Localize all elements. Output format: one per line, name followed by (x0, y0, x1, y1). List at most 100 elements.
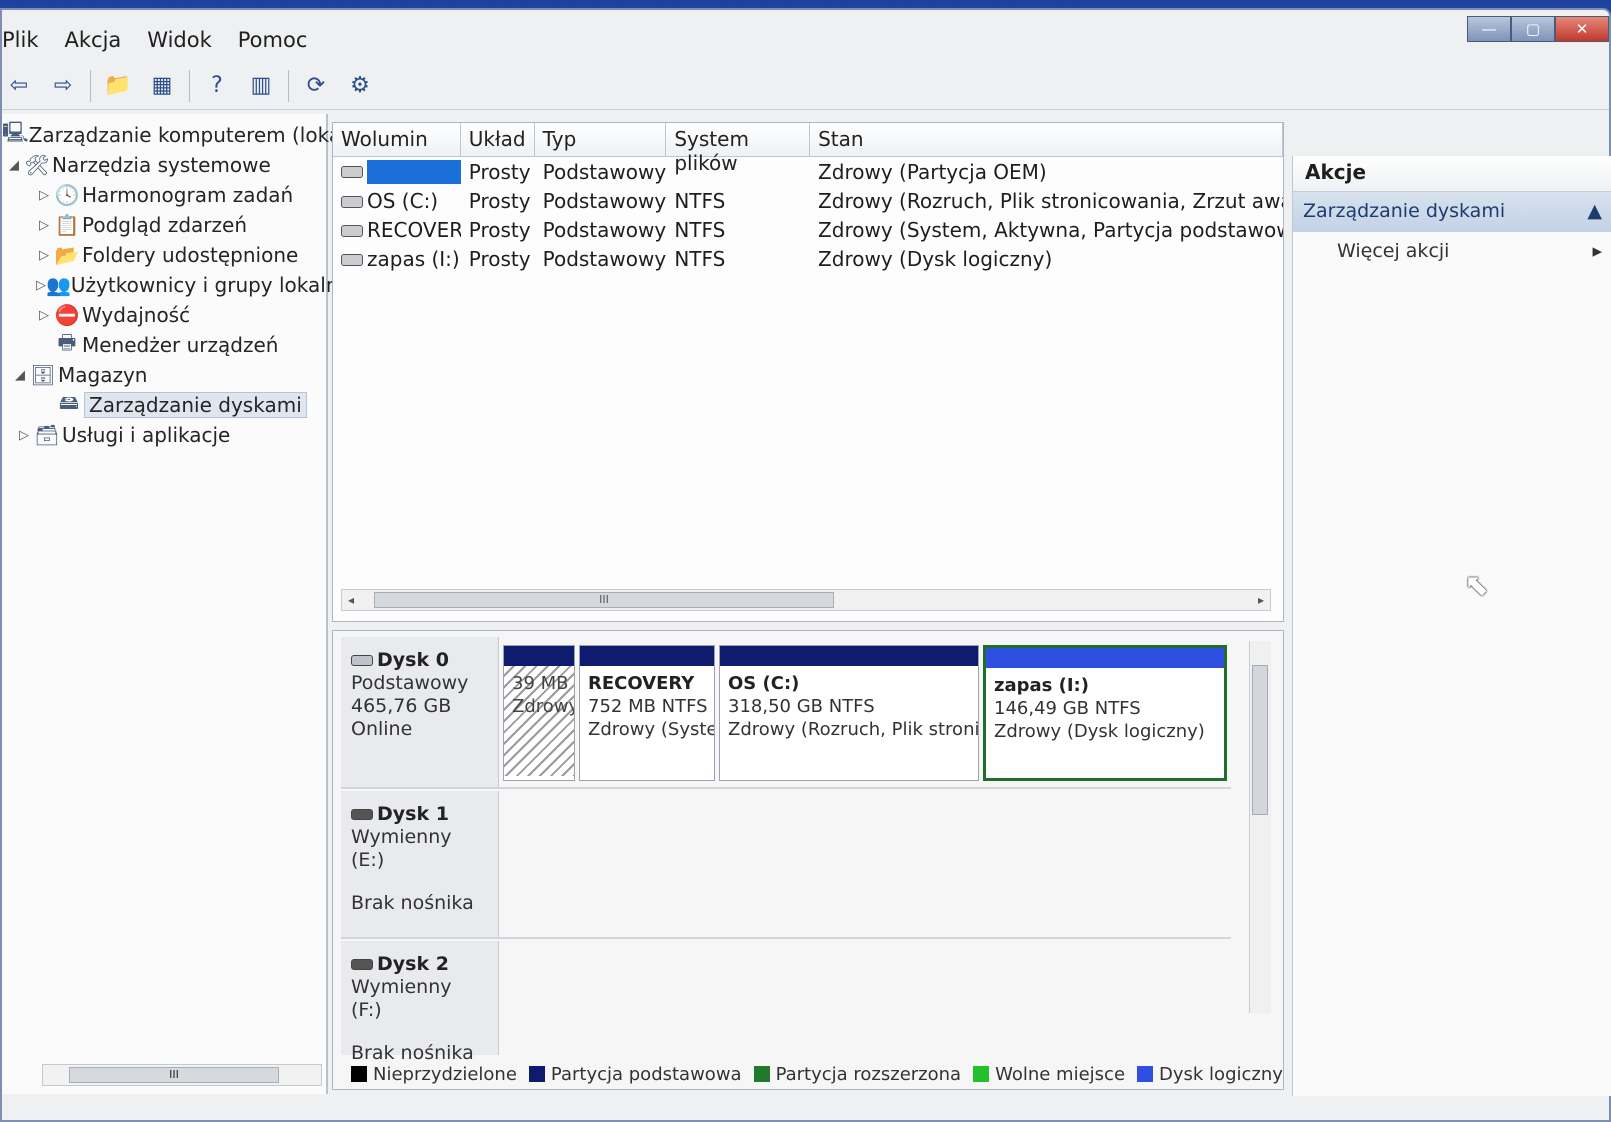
volume-cell: RECOVERY (333, 218, 461, 242)
status-cell: Zdrowy (Rozruch, Plik stronicowania, Zrz… (818, 188, 1283, 213)
collapse-arrow-icon[interactable]: ▲ (1587, 200, 1602, 224)
menu-view[interactable]: Widok (147, 28, 211, 52)
scroll-left-icon[interactable]: ◂ (348, 593, 354, 607)
disk-name: Dysk 0 (377, 649, 449, 671)
disk-view-vertical-scrollbar[interactable] (1249, 641, 1271, 1013)
tree-item-label: Narzędzia systemowe (52, 153, 271, 177)
scroll-thumb[interactable]: III (69, 1067, 279, 1083)
disk-size: 465,76 GB (351, 695, 452, 717)
up-folder-icon[interactable]: 📁 (101, 69, 135, 103)
disk-row-2[interactable]: Dysk 2 Wymienny (F:) Brak nośnika (341, 941, 1231, 1064)
menu-action[interactable]: Akcja (65, 28, 122, 52)
maximize-button[interactable]: ▢ (1511, 16, 1555, 42)
tree-item-event-viewer[interactable]: ▷ 📋 Podgląd zdarzeń (2, 210, 326, 240)
legend-item: Nieprzydzielone (351, 1064, 517, 1085)
disk-row-0[interactable]: Dysk 0 Podstawowy 465,76 GB Online 39 MB… (341, 637, 1231, 789)
removable-disk-icon (351, 959, 373, 970)
tree-item-label: Podgląd zdarzeń (82, 213, 247, 237)
table-row[interactable]: zapas (I:) Prosty Podstawowy NTFS Zdrowy… (333, 244, 1283, 273)
expand-icon[interactable]: ▷ (16, 428, 32, 443)
partition-text: OS (C:) 318,50 GB NTFS Zdrowy (Rozruch, … (720, 666, 978, 747)
scroll-thumb[interactable] (1252, 665, 1268, 815)
toolbar-divider (288, 69, 289, 102)
column-header-type[interactable]: Typ (535, 123, 667, 156)
disk-state: Online (351, 718, 413, 740)
expand-icon[interactable]: ▷ (36, 188, 52, 203)
partition-oem[interactable]: 39 MB Zdrowy (503, 645, 575, 781)
refresh-icon[interactable]: ⟳ (299, 69, 333, 103)
volume-list: Wolumin Układ Typ System plików Stan Pro… (332, 122, 1284, 622)
tree-item-local-users[interactable]: ▷ 👥 Użytkownicy i grupy lokalne (2, 270, 351, 300)
partition-bar (504, 646, 574, 666)
partition-title: OS (C:) (728, 673, 800, 694)
help-icon[interactable]: ? (200, 69, 234, 103)
tree-item-task-scheduler[interactable]: ▷ 🕓 Harmonogram zadań (2, 180, 326, 210)
column-header-layout[interactable]: Układ (461, 123, 535, 156)
partition-text: RECOVERY 752 MB NTFS Zdrowy (Syste (580, 666, 714, 747)
partition-recovery[interactable]: RECOVERY 752 MB NTFS Zdrowy (Syste (579, 645, 715, 781)
tree-item-storage[interactable]: ◢ 🗄 Magazyn (2, 360, 326, 390)
column-header-status[interactable]: Stan (810, 123, 1284, 156)
close-button[interactable]: ✕ (1555, 16, 1609, 42)
forward-icon[interactable]: ⇨ (46, 69, 80, 103)
show-action-pane-icon[interactable]: ▥ (244, 69, 278, 103)
layout-cell: Prosty (468, 217, 531, 242)
expand-icon[interactable]: ▷ (36, 248, 52, 263)
disk-name: Dysk 2 (377, 953, 449, 975)
partition-size: 318,50 GB NTFS (728, 696, 875, 717)
partition-zapas[interactable]: zapas (I:) 146,49 GB NTFS Zdrowy (Dysk l… (983, 645, 1227, 781)
legend-item: Wolne miejsce (973, 1064, 1125, 1085)
expand-icon[interactable]: ▷ (36, 218, 52, 233)
tree-item-system-tools[interactable]: ◢ 🛠 Narzędzia systemowe (2, 150, 326, 180)
collapse-icon[interactable]: ◢ (6, 158, 22, 173)
scroll-thumb[interactable]: III (374, 592, 834, 608)
tree-horizontal-scrollbar[interactable]: III (42, 1064, 322, 1086)
tree-item-shared-folders[interactable]: ▷ 📂 Foldery udostępnione (2, 240, 326, 270)
tree-item-performance[interactable]: ▷ ⛔ Wydajność (2, 300, 326, 330)
disk-label[interactable]: Dysk 1 Wymienny (E:) Brak nośnika (341, 791, 499, 937)
tools-icon: 🛠 (24, 153, 50, 177)
legend-label: Partycja rozszerzona (775, 1064, 962, 1085)
volume-name: OS (C:) (367, 188, 439, 213)
table-row[interactable]: OS (C:) Prosty Podstawowy NTFS Zdrowy (R… (333, 186, 1283, 215)
legend-swatch (973, 1066, 990, 1082)
partition-bar (986, 648, 1224, 668)
partition-size: 752 MB NTFS (588, 696, 708, 717)
tree-item-services-apps[interactable]: ▷ 🗃 Usługi i aplikacje (2, 420, 326, 450)
disk-kind: Podstawowy (351, 672, 469, 694)
legend-swatch (528, 1066, 545, 1082)
tree-item-computer-management[interactable]: 🖳 Zarządzanie komputerem (lokalne) (2, 120, 379, 150)
computer-icon: 🖳 (2, 120, 29, 144)
legend-item: Partycja podstawowa (528, 1064, 742, 1085)
expand-icon[interactable]: ▷ (36, 278, 46, 293)
disk-label[interactable]: Dysk 0 Podstawowy 465,76 GB Online (341, 637, 499, 787)
back-icon[interactable]: ⇦ (2, 69, 36, 103)
tree-item-device-manager[interactable]: 🖶 Menedżer urządzeń (2, 330, 326, 360)
disk-row-1[interactable]: Dysk 1 Wymienny (E:) Brak nośnika (341, 791, 1231, 939)
filesystem-cell: NTFS (674, 188, 726, 213)
volume-icon (341, 225, 363, 237)
tree-item-disk-management[interactable]: 🖴 Zarządzanie dyskami (2, 390, 326, 420)
tree-item-label: Użytkownicy i grupy lokalne (70, 273, 351, 297)
actions-section-disk-management[interactable]: Zarządzanie dyskami ▲ (1293, 192, 1611, 232)
column-header-filesystem[interactable]: System plików (666, 123, 811, 175)
column-header-volume[interactable]: Wolumin (333, 123, 461, 156)
partition-bar (720, 646, 978, 666)
more-actions-item[interactable]: Więcej akcji ▸ (1293, 232, 1611, 270)
volume-list-horizontal-scrollbar[interactable]: ◂ III ▸ (341, 589, 1271, 611)
collapse-icon[interactable]: ◢ (12, 368, 28, 383)
disk-kind: Wymienny (F:) (351, 976, 452, 1021)
show-console-tree-icon[interactable]: ▦ (145, 69, 179, 103)
table-row[interactable]: Prosty Podstawowy Zdrowy (Partycja OEM) (333, 157, 1283, 186)
expand-icon[interactable]: ▷ (36, 308, 52, 323)
volume-name: zapas (I:) (367, 246, 460, 271)
partition-os[interactable]: OS (C:) 318,50 GB NTFS Zdrowy (Rozruch, … (719, 645, 979, 781)
volume-icon (341, 196, 363, 208)
menu-file[interactable]: Plik (2, 28, 39, 52)
properties-icon[interactable]: ⚙ (343, 69, 377, 103)
scroll-right-icon[interactable]: ▸ (1258, 593, 1264, 607)
menu-help[interactable]: Pomoc (238, 28, 308, 52)
table-row[interactable]: RECOVERY Prosty Podstawowy NTFS Zdrowy (… (333, 215, 1283, 244)
disk-label[interactable]: Dysk 2 Wymienny (F:) Brak nośnika (341, 941, 499, 1064)
minimize-button[interactable]: — (1467, 16, 1511, 42)
